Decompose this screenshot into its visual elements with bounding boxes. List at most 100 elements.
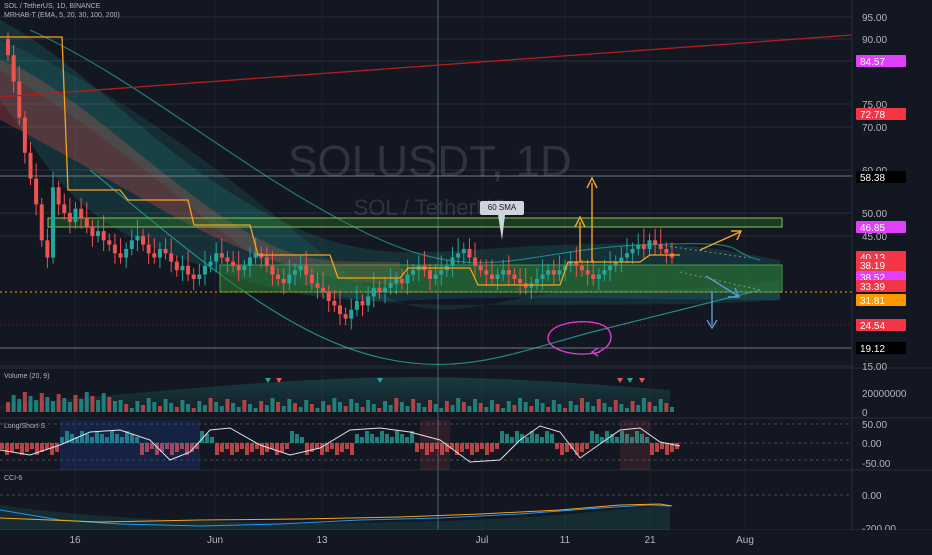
- ls-tick-label: -50.00: [862, 459, 891, 470]
- volume-bar: [670, 407, 674, 412]
- volume-bar: [534, 399, 539, 412]
- volume-bar: [270, 398, 275, 412]
- candle-body: [349, 309, 354, 319]
- ls-histogram-bar: [300, 437, 304, 443]
- volume-bar: [11, 395, 16, 412]
- volume-bar: [214, 402, 219, 412]
- volume-bar: [360, 407, 365, 412]
- volume-bar: [169, 403, 174, 412]
- volume-bar: [96, 400, 101, 412]
- ls-histogram-bar: [510, 437, 514, 443]
- candle-body: [225, 257, 230, 262]
- candle-body: [112, 244, 117, 254]
- price-label-text: 46.85: [860, 223, 885, 234]
- volume-bar: [186, 404, 191, 412]
- time-tick-label: 16: [69, 535, 81, 546]
- candle-body: [191, 274, 196, 279]
- ls-histogram-bar: [45, 443, 49, 449]
- volume-bar: [630, 401, 635, 412]
- volume-bar: [321, 401, 326, 412]
- volume-bar: [478, 403, 483, 412]
- candle-body: [281, 278, 286, 284]
- time-tick-label: Jun: [207, 535, 223, 546]
- ls-histogram-bar: [475, 443, 479, 452]
- volume-bar: [574, 405, 579, 412]
- ls-histogram-bar: [655, 443, 659, 452]
- candle-body: [450, 257, 455, 266]
- volume-bar: [309, 404, 314, 412]
- ls-histogram-bar: [605, 431, 609, 443]
- ls-histogram-bar: [380, 431, 384, 443]
- price-tick-label: 50.00: [862, 209, 887, 220]
- volume-bar: [506, 401, 511, 412]
- ls-histogram-bar: [290, 431, 294, 443]
- cci-title: CCI-6: [4, 475, 22, 482]
- candle-body: [354, 300, 359, 310]
- volume-tick-label: 20000000: [862, 389, 907, 400]
- ls-histogram-bar: [30, 443, 34, 449]
- ls-histogram-bar: [345, 443, 349, 449]
- volume-bar: [287, 399, 292, 412]
- volume-bar: [326, 405, 331, 412]
- ls-histogram-bar: [335, 443, 339, 455]
- candle-body: [17, 81, 22, 118]
- ls-histogram-bar: [665, 443, 669, 455]
- volume-bar: [141, 405, 146, 412]
- candle-body: [135, 236, 140, 241]
- time-axis-bg: [0, 530, 932, 550]
- candle-body: [101, 231, 106, 241]
- volume-bar: [647, 402, 652, 412]
- volume-bar: [416, 403, 421, 412]
- candle-body: [405, 274, 410, 284]
- candle-body: [208, 261, 213, 266]
- candle-body: [304, 265, 309, 275]
- volume-bar: [444, 401, 449, 412]
- volume-bar: [546, 407, 551, 412]
- volume-bar: [107, 397, 112, 412]
- candle-body: [602, 270, 607, 275]
- volume-bar: [315, 408, 320, 412]
- chart-canvas: SOLUSDT, 1D SOL / TetherUS Volume (20, 9…: [0, 0, 932, 550]
- ls-highlight-red: [620, 420, 650, 470]
- volume-title: Volume (20, 9): [4, 373, 50, 380]
- ls-histogram-bar: [320, 443, 324, 455]
- volume-bar: [551, 400, 556, 412]
- volume-bar: [529, 406, 534, 412]
- volume-bar: [264, 405, 269, 412]
- ls-histogram-bar: [505, 434, 509, 443]
- ls-histogram-bar: [590, 431, 594, 443]
- ls-histogram-bar: [650, 443, 654, 455]
- candle-body: [84, 217, 89, 227]
- ls-histogram-bar: [370, 434, 374, 443]
- volume-bar: [129, 408, 134, 412]
- price-label-text: 58.38: [860, 173, 885, 184]
- volume-bar: [73, 395, 78, 412]
- candle-body: [270, 265, 275, 275]
- candle-body: [399, 278, 404, 284]
- candle-body: [236, 265, 241, 271]
- ls-histogram-bar: [390, 437, 394, 443]
- candle-body: [11, 55, 16, 82]
- time-tick-label: Aug: [736, 535, 754, 546]
- ls-histogram-bar: [480, 443, 484, 449]
- volume-bar: [349, 399, 354, 412]
- volume-bar: [658, 399, 663, 412]
- ls-histogram-bar: [465, 443, 469, 449]
- candle-body: [298, 265, 303, 271]
- ls-histogram-bar: [540, 437, 544, 443]
- candle-body: [96, 231, 101, 236]
- symbol-header: SOL / TetherUS, 1D, BINANCE: [4, 3, 101, 10]
- candle-body: [146, 244, 151, 254]
- volume-bar: [304, 400, 309, 412]
- ls-histogram-bar: [545, 431, 549, 443]
- candle-body: [338, 305, 342, 315]
- candle-body: [591, 274, 596, 279]
- candle-body: [461, 248, 466, 254]
- candle-body: [326, 292, 331, 301]
- ls-histogram-bar: [330, 443, 334, 449]
- volume-bar: [135, 401, 140, 412]
- volume-bar: [467, 406, 472, 412]
- ls-histogram-bar: [395, 431, 399, 443]
- candle-body: [501, 270, 506, 275]
- candle-body: [315, 283, 320, 288]
